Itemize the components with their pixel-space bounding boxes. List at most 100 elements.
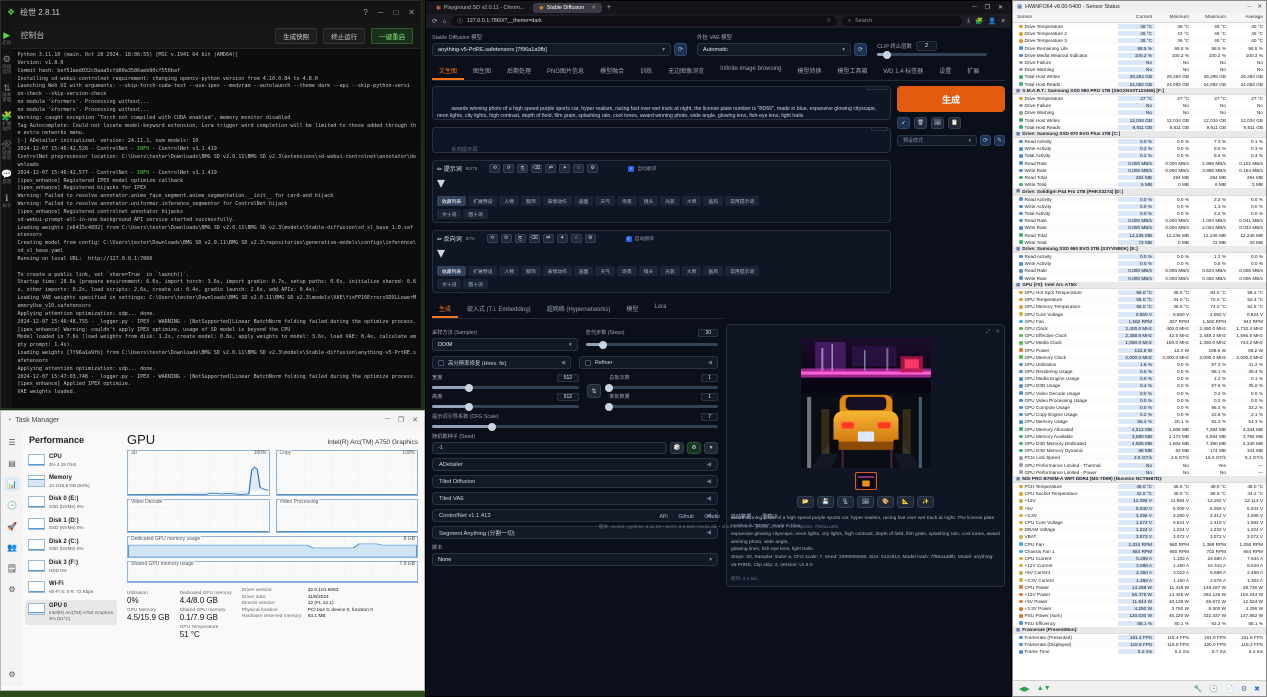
sensor-row[interactable]: Read Total12,236 MB12,236 MB12,236 MB12,… [1013, 231, 1266, 238]
gallery-thumbnail[interactable] [855, 472, 877, 490]
sensor-row[interactable]: GPU D3D Memory Dedicated4,506 MB1,604 MB… [1013, 440, 1266, 447]
clear-prompt-button[interactable]: 🗑 [914, 117, 927, 129]
sensor-section-header[interactable]: ▣GPU [#0]: Intel Arc A750: [1013, 282, 1266, 289]
subtab-生成[interactable]: 生成 [432, 301, 458, 318]
sensor-row[interactable]: DRAM Voltage1.224 V1.224 V1.232 V1.224 V [1013, 526, 1266, 533]
launcher-button-1[interactable]: 生成快照 [275, 28, 317, 44]
cfg-value[interactable]: 7 [701, 413, 718, 421]
prompt-textarea[interactable]: 60/150 awards winning photo of a high sp… [432, 86, 891, 120]
minimize-icon[interactable]: ─ [972, 4, 976, 11]
site-info-icon[interactable]: ⓘ [457, 17, 462, 25]
tag-场景[interactable]: 场景 [617, 196, 637, 206]
steps-slider[interactable] [586, 343, 718, 346]
sensor-row[interactable]: GPU Performance Limited - ThermalNoNoYes… [1013, 461, 1266, 468]
sensor-row[interactable]: +12V12.096 V11.984 V12.192 V12.112 V [1013, 497, 1266, 504]
save-image-button[interactable]: 💾 [817, 496, 834, 508]
nav-icon-0[interactable]: ☰ [4, 435, 20, 449]
sensor-row[interactable]: Total Host Reads24,082 GB24,082 GB24,082… [1013, 81, 1266, 88]
subtab-超网络 (Hypernetworks)[interactable]: 超网络 (Hypernetworks) [540, 301, 618, 318]
launcher-button-3[interactable]: 一键重启 [371, 28, 413, 44]
sensor-row[interactable]: Read Rate0.000 MB/s0.000 MB/s0.624 MB/s0… [1013, 267, 1266, 274]
tab-设置[interactable]: 设置 [932, 63, 958, 80]
width-value[interactable]: 512 [557, 374, 579, 382]
tag-常用提示词[interactable]: 常用提示词 [725, 196, 759, 206]
tag-大师[interactable]: 大师 [682, 266, 702, 276]
sensor-section-header[interactable]: ▣Drive: Samsung SSD 860 EVO 2TB (S3YVNB0… [1013, 246, 1266, 253]
sensor-row[interactable]: Write Activity0.2 %0.0 %8.6 %0.3 % [1013, 145, 1266, 152]
batch-count-value[interactable]: 1 [701, 374, 718, 382]
tab-模型转换[interactable]: 模型转换 [790, 63, 828, 80]
sensor-row[interactable]: GPU Memory Clock2,000.0 MHz2,000.0 MHz2,… [1013, 354, 1266, 361]
sensor-section-header[interactable]: ▣MSI PRO B760M-A WIFI DDR4 (MS-7D99) (Nu… [1013, 476, 1266, 483]
tag-表情动作[interactable]: 表情动作 [543, 196, 572, 206]
tag-画风[interactable]: 画风 [703, 266, 723, 276]
sensor-row[interactable]: GPU Fan1,582 RPM827 RPM1,582 RPM943 RPM [1013, 318, 1266, 325]
sensor-row[interactable]: Read Rate0.000 MB/s0.000 MB/s2.888 MB/s0… [1013, 160, 1266, 167]
subtab-模型[interactable]: 模型 [619, 301, 645, 318]
sensor-row[interactable]: +3.3V Current1.288 A1.150 A2.576 A1.302 … [1013, 576, 1266, 583]
close-icon[interactable]: ✕ [1257, 4, 1262, 10]
extensions-icon[interactable]: 🧩 [975, 17, 983, 25]
helper-tool-3[interactable]: ⌫ [529, 234, 540, 243]
menu-icon[interactable]: ≡ [1001, 18, 1005, 25]
sensor-row[interactable]: Drive WarningNoNoNoNo [1013, 109, 1266, 116]
tag-光影[interactable]: 光影 [660, 266, 680, 276]
sensor-row[interactable]: Write Rate0.000 MB/s0.000 MB/s2.004 MB/s… [1013, 224, 1266, 231]
column-header-Minimum[interactable]: Minimum [1155, 15, 1192, 20]
browser-tab-1[interactable]: ▣ Playground SD v2.0.11 - Chrom... [430, 3, 530, 13]
settings-gear-icon[interactable]: ⚙ [1241, 685, 1247, 693]
sensor-row[interactable]: +12V Power56.375 W14.425 W292.125 W102.2… [1013, 591, 1266, 598]
sidebar-item-扩展插件[interactable]: 🧩扩展插件 [1, 112, 12, 132]
sensor-row[interactable]: GPU D3D Usage0.4 %0.0 %97.6 %35.0 % [1013, 382, 1266, 389]
sensor-row[interactable]: GPU Memory Usage56.4 %20.1 %92.3 %54.3 % [1013, 418, 1266, 425]
accordion-ADetailer[interactable]: ADetailer◀ [432, 458, 718, 471]
upscale-button[interactable]: ✨ [917, 496, 934, 508]
tab-扩展[interactable]: 扩展 [960, 63, 986, 80]
tab-文生图[interactable]: 文生图 [432, 63, 464, 80]
sensor-row[interactable]: GPU Memory Temperature58.0 °C36.0 °C74.0… [1013, 303, 1266, 310]
tab-Infinite image browsing[interactable]: Infinite image browsing [713, 63, 788, 80]
close-icon[interactable]: ✕ [998, 4, 1003, 11]
sensor-row[interactable]: Drive Temperature27 °C27 °C27 °C27 °C [1013, 95, 1266, 102]
nav-icon-7[interactable]: ⚙ [4, 582, 20, 596]
sensor-row[interactable]: Frame Time5.2 ms5.2 ms8.7 ms6.2 ms [1013, 648, 1266, 655]
maximize-icon[interactable]: □ [393, 8, 398, 17]
reuse-seed-button[interactable]: ♻ [687, 442, 701, 454]
sensor-row[interactable]: Read Total294 MB294 MB294 MB294 MB [1013, 174, 1266, 181]
sensor-row[interactable]: VBAT3.072 V3.072 V3.072 V3.072 V [1013, 533, 1266, 540]
sensor-row[interactable]: Drive Temperature 245 °C43 °C46 °C45 °C [1013, 30, 1266, 37]
helper-tool-4[interactable]: ⇄ [545, 164, 556, 173]
sensor-row[interactable]: Drive Remaining Life98.5 %98.5 %98.5 %98… [1013, 45, 1266, 52]
sensor-row[interactable]: GPU Utilization1.8 %0.0 %97.3 %41.2 % [1013, 361, 1266, 368]
tag-画面[interactable]: 画面 [574, 196, 594, 206]
sidebar-item-反馈[interactable]: 💬反馈 [1, 170, 12, 185]
footer-link-API[interactable]: API [659, 514, 667, 520]
nav-icon-2[interactable]: 📊 [4, 477, 20, 491]
helper-tool-1[interactable]: ⟳ [503, 164, 514, 173]
sensor-row[interactable]: GPU Clock2,400.0 MHz400.0 MHz2,450.0 MHz… [1013, 325, 1266, 332]
sensor-row[interactable]: Drive FailureNoNoNoNo [1013, 59, 1266, 66]
styles-dropdown[interactable]: 预设样式 ▾ [897, 135, 977, 146]
tab-close-icon[interactable]: ✕ [591, 5, 596, 11]
sensor-row[interactable]: Drive Temperature 338 °C36 °C45 °C40 °C [1013, 37, 1266, 44]
swap-dimensions-button[interactable]: ⇅ [587, 384, 601, 398]
perf-card-Wi-Fi[interactable]: Wi-FiWi-Fi S: 0 R: 72 Kbps [25, 578, 117, 597]
close-blue-icon[interactable]: ✖ [1254, 685, 1260, 693]
tab-无边图像浏览[interactable]: 无边图像浏览 [661, 63, 711, 80]
collapse-chevron-icon[interactable]: ▾ [437, 175, 445, 192]
tag-镜头[interactable]: 镜头 [639, 266, 659, 276]
sensor-row[interactable]: Write Activity0.0 %0.0 %1.3 %0.0 % [1013, 203, 1266, 210]
vae-refresh-button[interactable]: ⟳ [854, 43, 867, 56]
batch-count-slider[interactable] [609, 386, 718, 389]
sensor-column-headers[interactable]: SensorCurrentMinimumMaximumAverage [1013, 13, 1266, 23]
account-icon[interactable]: 👤 [988, 17, 996, 25]
tag-画面[interactable]: 画面 [574, 266, 594, 276]
tab-PNG图片信息[interactable]: PNG图片信息 [540, 63, 591, 80]
helper-tool-1[interactable]: ⟳ [501, 234, 512, 243]
sensor-row[interactable]: Read Rate0.000 MB/s0.000 MB/s1.004 MB/s0… [1013, 217, 1266, 224]
tab-模型融合[interactable]: 模型融合 [593, 63, 631, 80]
tag-服饰[interactable]: 服饰 [521, 266, 541, 276]
footer-link-启动数据[interactable]: 启动数据 [731, 514, 752, 520]
sensor-section-header[interactable]: ▣Framerate (PresentMon): [1013, 627, 1266, 634]
perf-card-Disk 2 (C:)[interactable]: Disk 2 (C:)SSD (NVMe) 0% [25, 536, 117, 555]
